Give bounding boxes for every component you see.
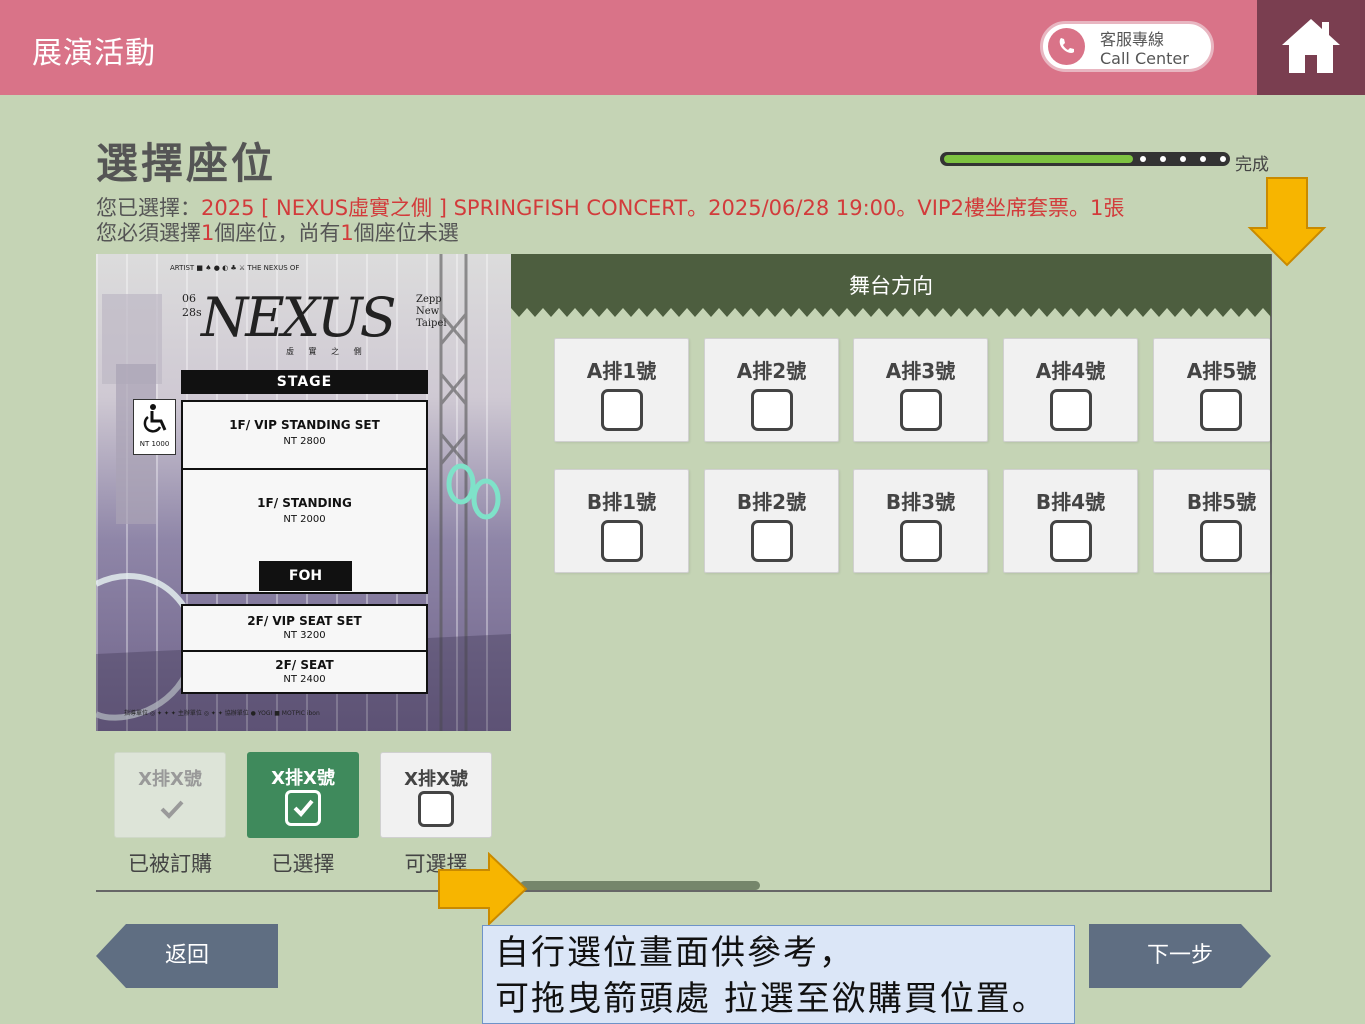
seat-requirement: 您必須選擇1個座位，尚有1個座位未選 xyxy=(96,221,459,245)
down-arrow-icon xyxy=(1247,177,1327,267)
poster-sponsors: 指導單位 ◎ ✦ ✦ ✦ 主辦單位 ◎ ✦ ✦ 協辦單位 ● YOGI ■ MO… xyxy=(124,710,320,717)
seat-checkbox[interactable] xyxy=(1050,389,1092,431)
progress-dots xyxy=(1140,156,1226,162)
horizontal-scroll-thumb[interactable] xyxy=(520,881,760,890)
header-title: 展演活動 xyxy=(32,36,156,71)
checked-box-icon xyxy=(285,790,321,826)
poster-venue: Zepp New Taipei xyxy=(416,294,447,329)
seat-a5[interactable]: A排5號 xyxy=(1153,338,1270,442)
seat-checkbox[interactable] xyxy=(601,520,643,562)
app-header: 展演活動 客服專線 Call Center xyxy=(0,0,1365,95)
poster-topline: ARTIST ■ ♠ ● ◐ ♣ ⚔ THE NEXUS OF xyxy=(170,264,300,272)
seat-a1[interactable]: A排1號 xyxy=(554,338,689,442)
remaining-seat-count: 1 xyxy=(340,221,354,245)
seat-panel: 舞台方向 A排1號 A排2號 A排3號 A排4號 A排5號 B排1號 B排2號 … xyxy=(511,254,1272,892)
poster-stage: STAGE xyxy=(181,370,428,394)
seat-a4[interactable]: A排4號 xyxy=(1003,338,1138,442)
seat-checkbox[interactable] xyxy=(900,520,942,562)
stage-zigzag xyxy=(511,308,1271,317)
legend-booked-label: 已被訂購 xyxy=(128,852,212,876)
call-center-button[interactable]: 客服專線 Call Center xyxy=(1040,21,1214,72)
zone-1f-vip-standing: 1F/ VIP STANDING SET NT 2800 xyxy=(181,400,428,470)
seat-checkbox[interactable] xyxy=(751,389,793,431)
poster-logo: NEXUS xyxy=(201,286,397,349)
note-line2: 可拖曳箭頭處 拉選至欲購買位置。 xyxy=(495,979,1048,1019)
empty-box-icon xyxy=(418,791,454,827)
seat-checkbox[interactable] xyxy=(900,389,942,431)
seat-checkbox[interactable] xyxy=(601,389,643,431)
seat-b1[interactable]: B排1號 xyxy=(554,469,689,573)
wheelchair-icon xyxy=(143,404,166,433)
seat-b3[interactable]: B排3號 xyxy=(853,469,988,573)
horizontal-scroll-track xyxy=(96,890,1272,892)
home-button[interactable] xyxy=(1257,0,1365,95)
seat-checkbox[interactable] xyxy=(1200,520,1242,562)
wheelchair-zone: NT 1000 xyxy=(133,399,176,455)
seat-b4[interactable]: B排4號 xyxy=(1003,469,1138,573)
note-line1: 自行選位畫面供參考， xyxy=(495,933,855,973)
seating-map-poster: ARTIST ■ ♠ ● ◐ ♣ ⚔ THE NEXUS OF 06 28s N… xyxy=(96,254,511,731)
legend-selected: X排X號 xyxy=(247,752,359,838)
poster-date: 06 28s xyxy=(182,292,202,319)
next-button[interactable]: 下一步 xyxy=(1089,924,1271,988)
seat-b2[interactable]: B排2號 xyxy=(704,469,839,573)
checkmark-icon xyxy=(160,800,184,819)
progress-bar xyxy=(940,152,1230,166)
instruction-note: 自行選位畫面供參考， 可拖曳箭頭處 拉選至欲購買位置。 xyxy=(482,925,1075,1024)
phone-icon xyxy=(1048,28,1085,65)
call-center-label-zh: 客服專線 xyxy=(1100,30,1165,49)
poster-subtitle: 虛 實 之 側 xyxy=(286,347,368,356)
zone-2f-seat: 2F/ SEAT NT 2400 xyxy=(181,650,428,694)
call-center-label-en: Call Center xyxy=(1100,49,1189,68)
legend-booked: X排X號 xyxy=(114,752,226,838)
page-title: 選擇座位 xyxy=(96,139,277,188)
seat-b5[interactable]: B排5號 xyxy=(1153,469,1270,573)
stage-direction: 舞台方向 xyxy=(511,254,1271,308)
legend-available: X排X號 xyxy=(380,752,492,838)
right-arrow-icon[interactable] xyxy=(437,852,529,926)
zone-2f-vip-seat: 2F/ VIP SEAT SET NT 3200 xyxy=(181,604,428,652)
legend-selected-label: 已選擇 xyxy=(271,852,335,876)
seat-a2[interactable]: A排2號 xyxy=(704,338,839,442)
seat-checkbox[interactable] xyxy=(1050,520,1092,562)
back-button[interactable]: 返回 xyxy=(96,924,278,988)
home-icon xyxy=(1282,19,1340,73)
seat-checkbox[interactable] xyxy=(1200,389,1242,431)
seat-checkbox[interactable] xyxy=(751,520,793,562)
required-seat-count: 1 xyxy=(201,221,215,245)
progress-fill xyxy=(944,155,1133,163)
wheelchair-price: NT 1000 xyxy=(139,440,170,448)
seat-a3[interactable]: A排3號 xyxy=(853,338,988,442)
poster-foh: FOH xyxy=(259,561,352,591)
progress-label: 完成 xyxy=(1235,155,1269,175)
